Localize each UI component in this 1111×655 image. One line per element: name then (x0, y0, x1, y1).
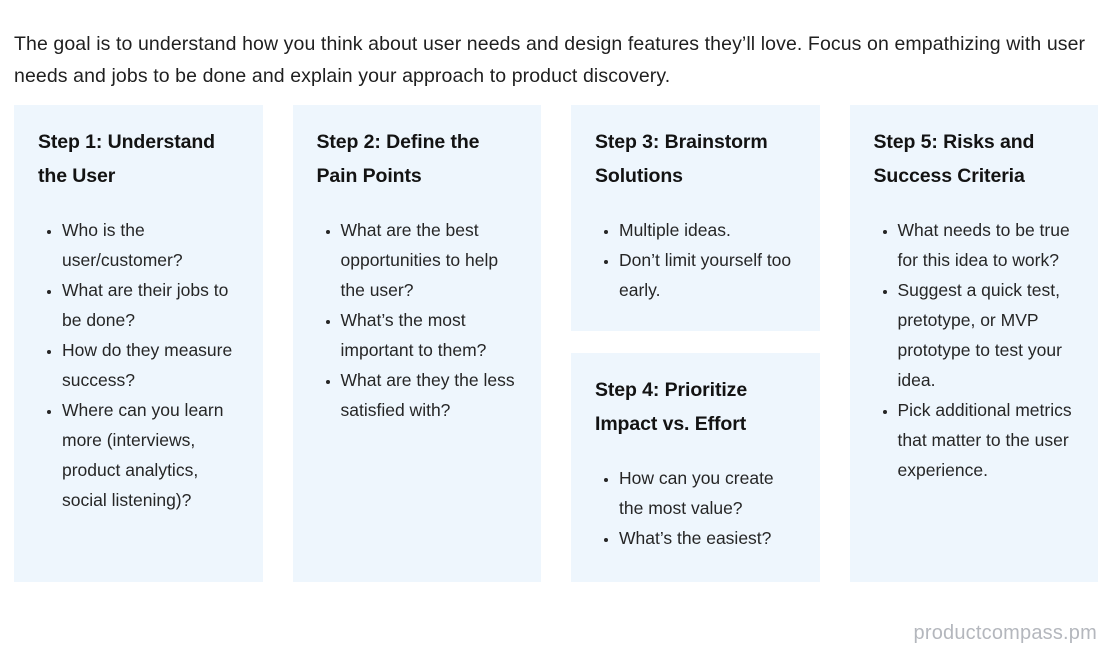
steps-column-1: Step 1: Understand the User Who is the u… (14, 105, 263, 582)
step-card-3-title: Step 3: Brainstorm Solutions (595, 131, 768, 187)
step-card-5-title: Step 5: Risks and Success Criteria (873, 131, 1035, 187)
list-item: How can you create the most value? (619, 463, 802, 523)
slide-canvas: The goal is to understand how you think … (0, 0, 1111, 655)
step-card-2-title: Step 2: Define the Pain Points (316, 131, 480, 187)
step-card-3-list: Multiple ideas. Don’t limit yourself too… (587, 215, 802, 305)
list-item: How do they measure success? (62, 335, 245, 395)
steps-column-4: Step 5: Risks and Success Criteria What … (849, 105, 1098, 582)
step-card-4-title: Step 4: Prioritize Impact vs. Effort (595, 379, 748, 435)
list-item: What are the best opportunities to help … (341, 215, 524, 305)
list-item: Don’t limit yourself too early. (619, 245, 802, 305)
steps-column-2: Step 2: Define the Pain Points What are … (292, 105, 541, 582)
list-item: Pick additional metrics that matter to t… (898, 395, 1081, 485)
list-item: What needs to be true for this idea to w… (898, 215, 1081, 275)
list-item: What’s the easiest? (619, 523, 802, 553)
list-item: What are their jobs to be done? (62, 275, 245, 335)
list-item: What are they the less satisfied with? (341, 365, 524, 425)
step-card-5-list: What needs to be true for this idea to w… (866, 215, 1081, 485)
list-item: Where can you learn more (interviews, pr… (62, 395, 245, 515)
list-item: Multiple ideas. (619, 215, 802, 245)
steps-card-grid: Step 1: Understand the User Who is the u… (14, 105, 1098, 582)
list-item: What’s the most important to them? (341, 305, 524, 365)
step-card-4-list: How can you create the most value? What’… (587, 463, 802, 553)
list-item: Suggest a quick test, pretotype, or MVP … (898, 275, 1081, 395)
steps-column-3: Step 3: Brainstorm Solutions Multiple id… (571, 105, 820, 582)
step-card-3: Step 3: Brainstorm Solutions Multiple id… (571, 105, 820, 331)
watermark-productcompass: productcompass.pm (913, 622, 1097, 644)
step-card-1-list: Who is the user/customer? What are their… (30, 215, 245, 515)
step-card-2-list: What are the best opportunities to help … (309, 215, 524, 425)
step-card-4: Step 4: Prioritize Impact vs. Effort How… (571, 353, 820, 582)
step-card-5: Step 5: Risks and Success Criteria What … (849, 105, 1098, 582)
step-card-1-title: Step 1: Understand the User (38, 131, 215, 187)
step-card-1: Step 1: Understand the User Who is the u… (14, 105, 263, 582)
intro-paragraph: The goal is to understand how you think … (14, 32, 1086, 87)
step-card-2: Step 2: Define the Pain Points What are … (292, 105, 541, 582)
list-item: Who is the user/customer? (62, 215, 245, 275)
